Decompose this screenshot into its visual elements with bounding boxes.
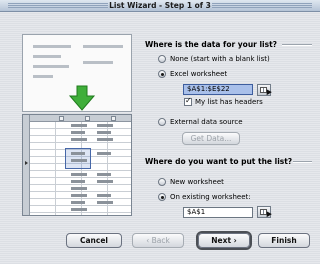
cell-value [97, 201, 113, 204]
row-header-bar [23, 115, 30, 215]
radio-none[interactable]: None (start with a blank list) [158, 55, 270, 63]
title-bar: List Wizard - Step 1 of 3 [0, 0, 320, 12]
cell-value [71, 173, 87, 176]
cell-value [97, 173, 111, 176]
preview-line [33, 55, 61, 58]
radio-existing-label: On existing worksheet: [170, 193, 251, 201]
next-button[interactable]: Next › [198, 233, 250, 248]
column-header-button [59, 116, 64, 121]
preview-line [33, 75, 53, 78]
column-header-button [111, 116, 116, 121]
destination-range-field[interactable]: $A$1 [183, 207, 253, 218]
cell-value [97, 138, 113, 141]
cell-value [97, 180, 113, 183]
preview-line [83, 45, 123, 48]
destination-heading: Where do you want to put the list? [145, 157, 293, 166]
cell-value [71, 201, 85, 204]
row-pointer-icon [25, 161, 28, 165]
radio-button[interactable] [158, 178, 166, 186]
data-source-heading: Where is the data for your list? [145, 40, 278, 49]
column-header-button [85, 116, 90, 121]
get-data-button[interactable]: Get Data... [182, 132, 240, 145]
cell-value [71, 152, 85, 155]
preview-spreadsheet [22, 114, 132, 216]
title-stripes-left [8, 3, 108, 9]
range-picker-icon[interactable] [257, 206, 272, 218]
back-button[interactable]: ‹ Back [132, 233, 184, 248]
cell-value [97, 124, 113, 127]
cell-value [71, 187, 87, 190]
cell-value [71, 180, 85, 183]
headers-checkbox-row[interactable]: My list has headers [184, 96, 263, 106]
cell-value [71, 194, 87, 197]
preview-line [33, 45, 71, 48]
radio-button[interactable] [158, 55, 166, 63]
radio-new-label: New worksheet [170, 178, 224, 186]
preview-line [33, 65, 69, 68]
window-title: List Wizard - Step 1 of 3 [108, 1, 212, 10]
headers-checkbox[interactable] [184, 96, 192, 106]
preview-line [83, 61, 113, 64]
radio-external-source[interactable]: External data source [158, 118, 243, 126]
cell-value [97, 152, 111, 155]
range-picker-icon[interactable] [257, 84, 272, 96]
finish-button[interactable]: Finish [258, 233, 310, 248]
cell-value [71, 124, 87, 127]
radio-new-worksheet[interactable]: New worksheet [158, 178, 224, 186]
radio-external-label: External data source [170, 118, 243, 126]
data-range-field[interactable]: $A$1:$E$22 [183, 84, 253, 95]
cell-value [71, 138, 87, 141]
arrow-down-icon [68, 85, 96, 111]
headers-checkbox-label: My list has headers [195, 98, 263, 106]
radio-existing-worksheet[interactable]: On existing worksheet: [158, 193, 251, 201]
cell-value [71, 131, 85, 134]
cancel-button[interactable]: Cancel [66, 233, 122, 248]
radio-excel-worksheet[interactable]: Excel worksheet [158, 70, 227, 78]
radio-button-selected[interactable] [158, 70, 166, 78]
column-header-bar [23, 115, 131, 122]
radio-none-label: None (start with a blank list) [170, 55, 270, 63]
group-rule [293, 161, 312, 163]
title-stripes-right [212, 3, 312, 9]
cell-value [97, 131, 111, 134]
cell-value [97, 194, 111, 197]
radio-excel-label: Excel worksheet [170, 70, 228, 78]
group-rule [282, 44, 312, 46]
radio-button-selected[interactable] [158, 193, 166, 201]
radio-button[interactable] [158, 118, 166, 126]
cell-value [71, 159, 87, 162]
cell-value [71, 208, 87, 211]
